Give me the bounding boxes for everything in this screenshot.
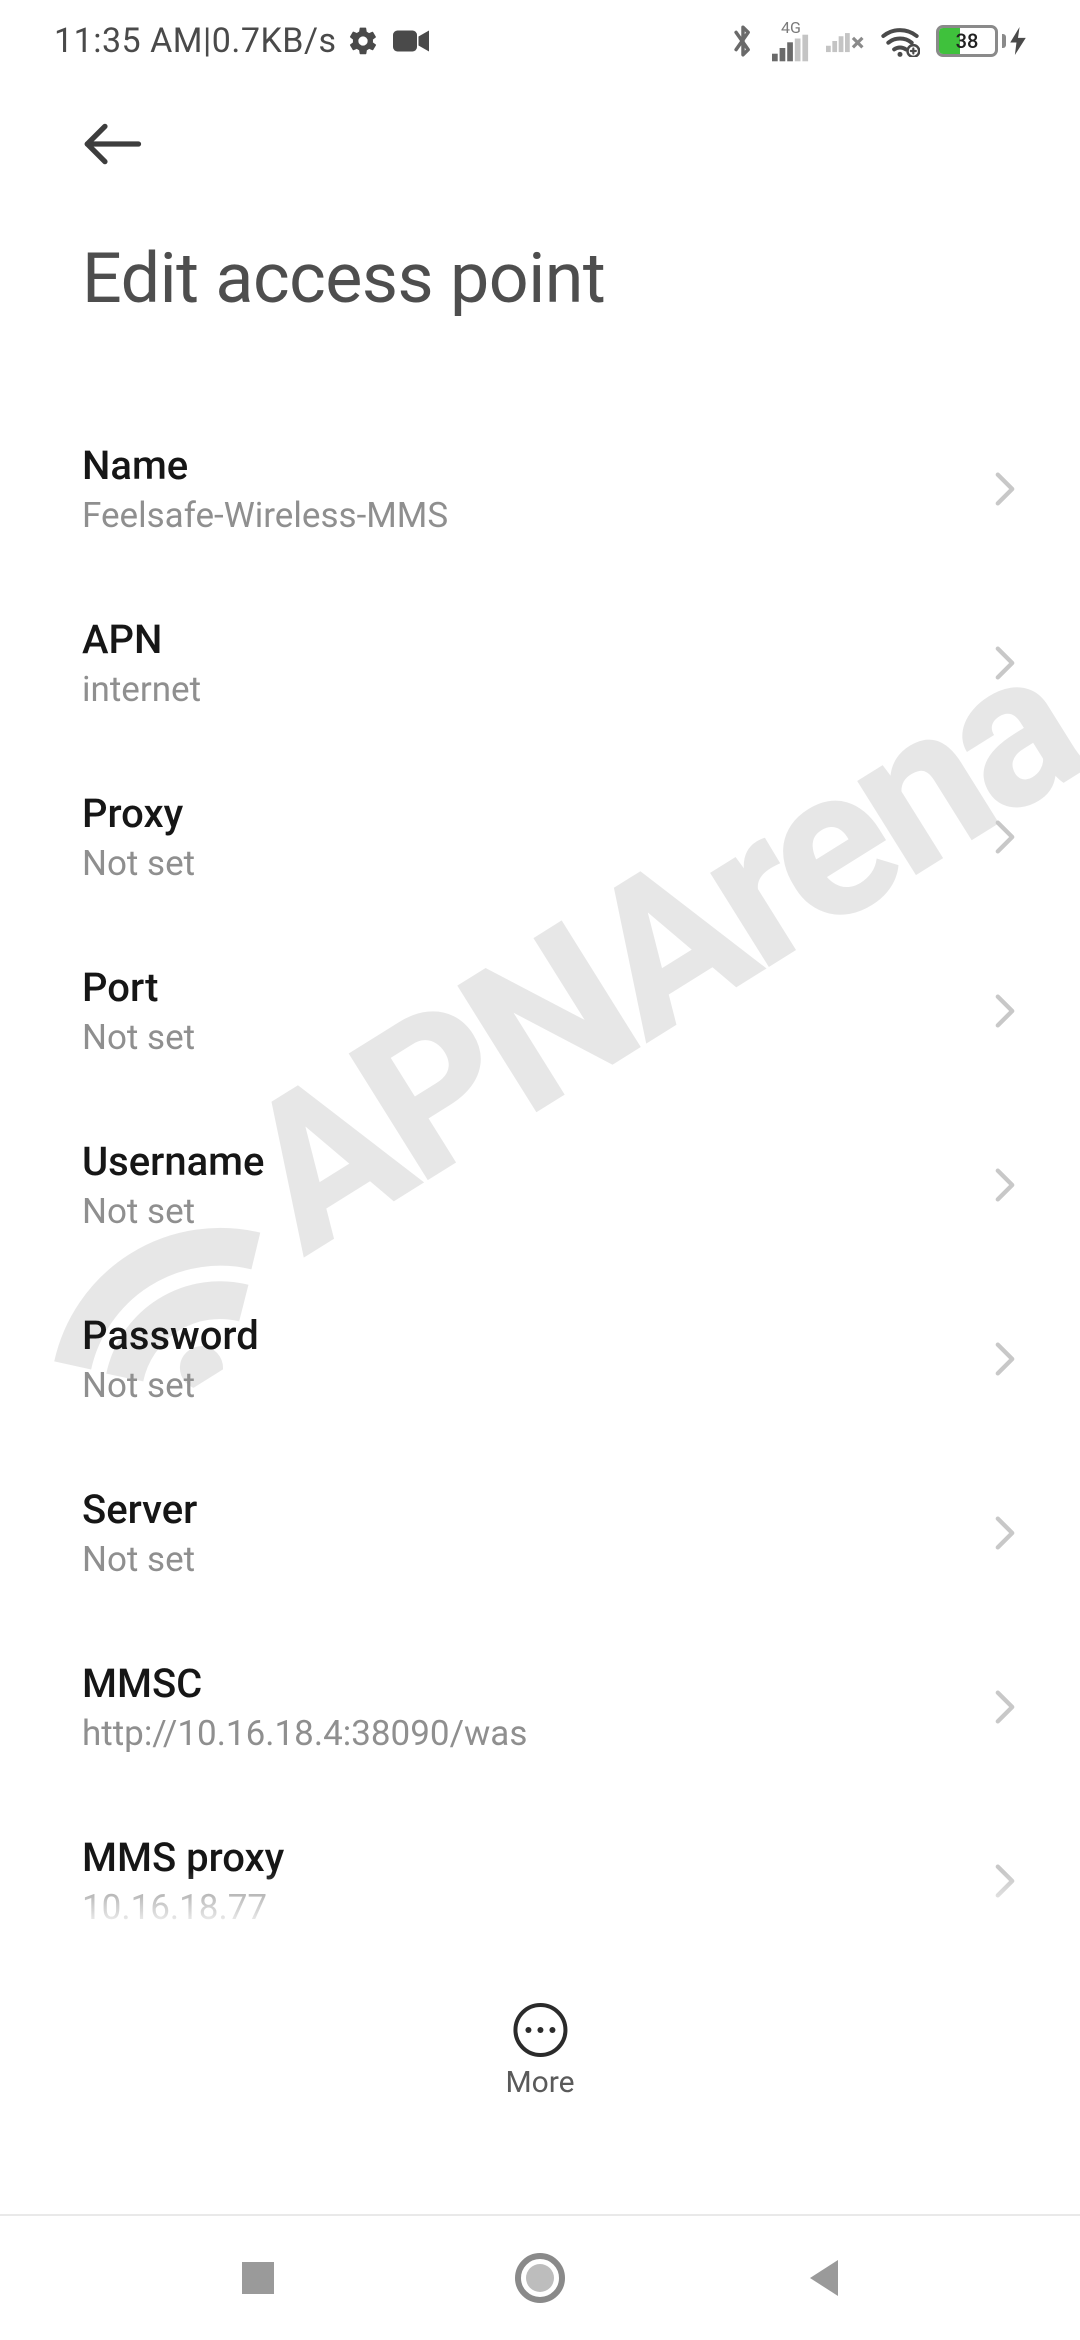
setting-label: APN (82, 616, 201, 663)
setting-item-username[interactable]: Username Not set (0, 1098, 1080, 1272)
screen: 11:35 AM | 0.7KB/s 4G (0, 0, 1080, 2340)
setting-value: Not set (82, 1365, 259, 1406)
charging-bolt-icon (1010, 27, 1026, 55)
setting-item-mms-proxy[interactable]: MMS proxy 10.16.18.77 (0, 1794, 1080, 1932)
chevron-right-icon (994, 993, 1016, 1029)
setting-label: Username (82, 1138, 264, 1185)
settings-list: Name Feelsafe-Wireless-MMS APN internet … (0, 402, 1080, 1932)
status-bar-right: 4G 38 (730, 20, 1026, 62)
setting-item-apn[interactable]: APN internet (0, 576, 1080, 750)
nav-home-button[interactable] (514, 2252, 566, 2304)
setting-item-name[interactable]: Name Feelsafe-Wireless-MMS (0, 402, 1080, 576)
setting-value: internet (82, 669, 201, 710)
bluetooth-icon (730, 22, 756, 60)
back-arrow-icon (82, 122, 142, 166)
setting-value: Not set (82, 1191, 264, 1232)
chevron-right-icon (994, 1341, 1016, 1377)
status-separator: | (203, 21, 212, 61)
setting-item-mmsc[interactable]: MMSC http://10.16.18.4:38090/was (0, 1620, 1080, 1794)
battery-percentage: 38 (939, 29, 995, 53)
setting-value: Not set (82, 1017, 195, 1058)
status-time: 11:35 AM (54, 21, 203, 61)
more-icon (513, 2003, 567, 2057)
chevron-right-icon (994, 471, 1016, 507)
signal-1-icon (772, 34, 810, 62)
chevron-right-icon (994, 645, 1016, 681)
setting-label: Proxy (82, 790, 195, 837)
signal-2-icon (826, 27, 864, 55)
setting-value: Feelsafe-Wireless-MMS (82, 495, 448, 536)
nav-recents-button[interactable] (238, 2258, 278, 2298)
nav-back-button[interactable] (802, 2256, 842, 2300)
more-label: More (505, 2065, 574, 2100)
signal-1-group: 4G (772, 20, 810, 62)
status-bar-left: 11:35 AM | 0.7KB/s (54, 21, 429, 61)
header: Edit access point (0, 78, 1080, 320)
setting-label: Name (82, 442, 448, 489)
setting-value: Not set (82, 1539, 197, 1580)
setting-item-server[interactable]: Server Not set (0, 1446, 1080, 1620)
status-netrate: 0.7KB/s (212, 21, 337, 61)
setting-value: 10.16.18.77 (82, 1887, 284, 1928)
more-button[interactable]: More (505, 2003, 574, 2100)
setting-value: http://10.16.18.4:38090/was (82, 1713, 527, 1754)
chevron-right-icon (994, 819, 1016, 855)
setting-label: Password (82, 1312, 259, 1359)
page-title: Edit access point (82, 238, 1032, 320)
back-button[interactable] (82, 112, 146, 176)
setting-value: Not set (82, 843, 195, 884)
battery-indicator: 38 (936, 25, 1026, 57)
setting-label: Port (82, 964, 195, 1011)
chevron-right-icon (994, 1515, 1016, 1551)
setting-label: MMSC (82, 1660, 527, 1707)
video-camera-icon (393, 28, 429, 54)
navigation-bar (0, 2214, 1080, 2340)
chevron-right-icon (994, 1689, 1016, 1725)
gear-icon (347, 25, 379, 57)
setting-item-proxy[interactable]: Proxy Not set (0, 750, 1080, 924)
setting-label: MMS proxy (82, 1834, 284, 1881)
chevron-right-icon (994, 1863, 1016, 1899)
status-bar: 11:35 AM | 0.7KB/s 4G (0, 0, 1080, 78)
setting-item-port[interactable]: Port Not set (0, 924, 1080, 1098)
content: APNArena Name Feelsafe-Wireless-MMS APN … (0, 402, 1080, 1932)
setting-item-password[interactable]: Password Not set (0, 1272, 1080, 1446)
chevron-right-icon (994, 1167, 1016, 1203)
wifi-icon (880, 25, 920, 57)
signal-2-group (826, 27, 864, 55)
setting-label: Server (82, 1486, 197, 1533)
